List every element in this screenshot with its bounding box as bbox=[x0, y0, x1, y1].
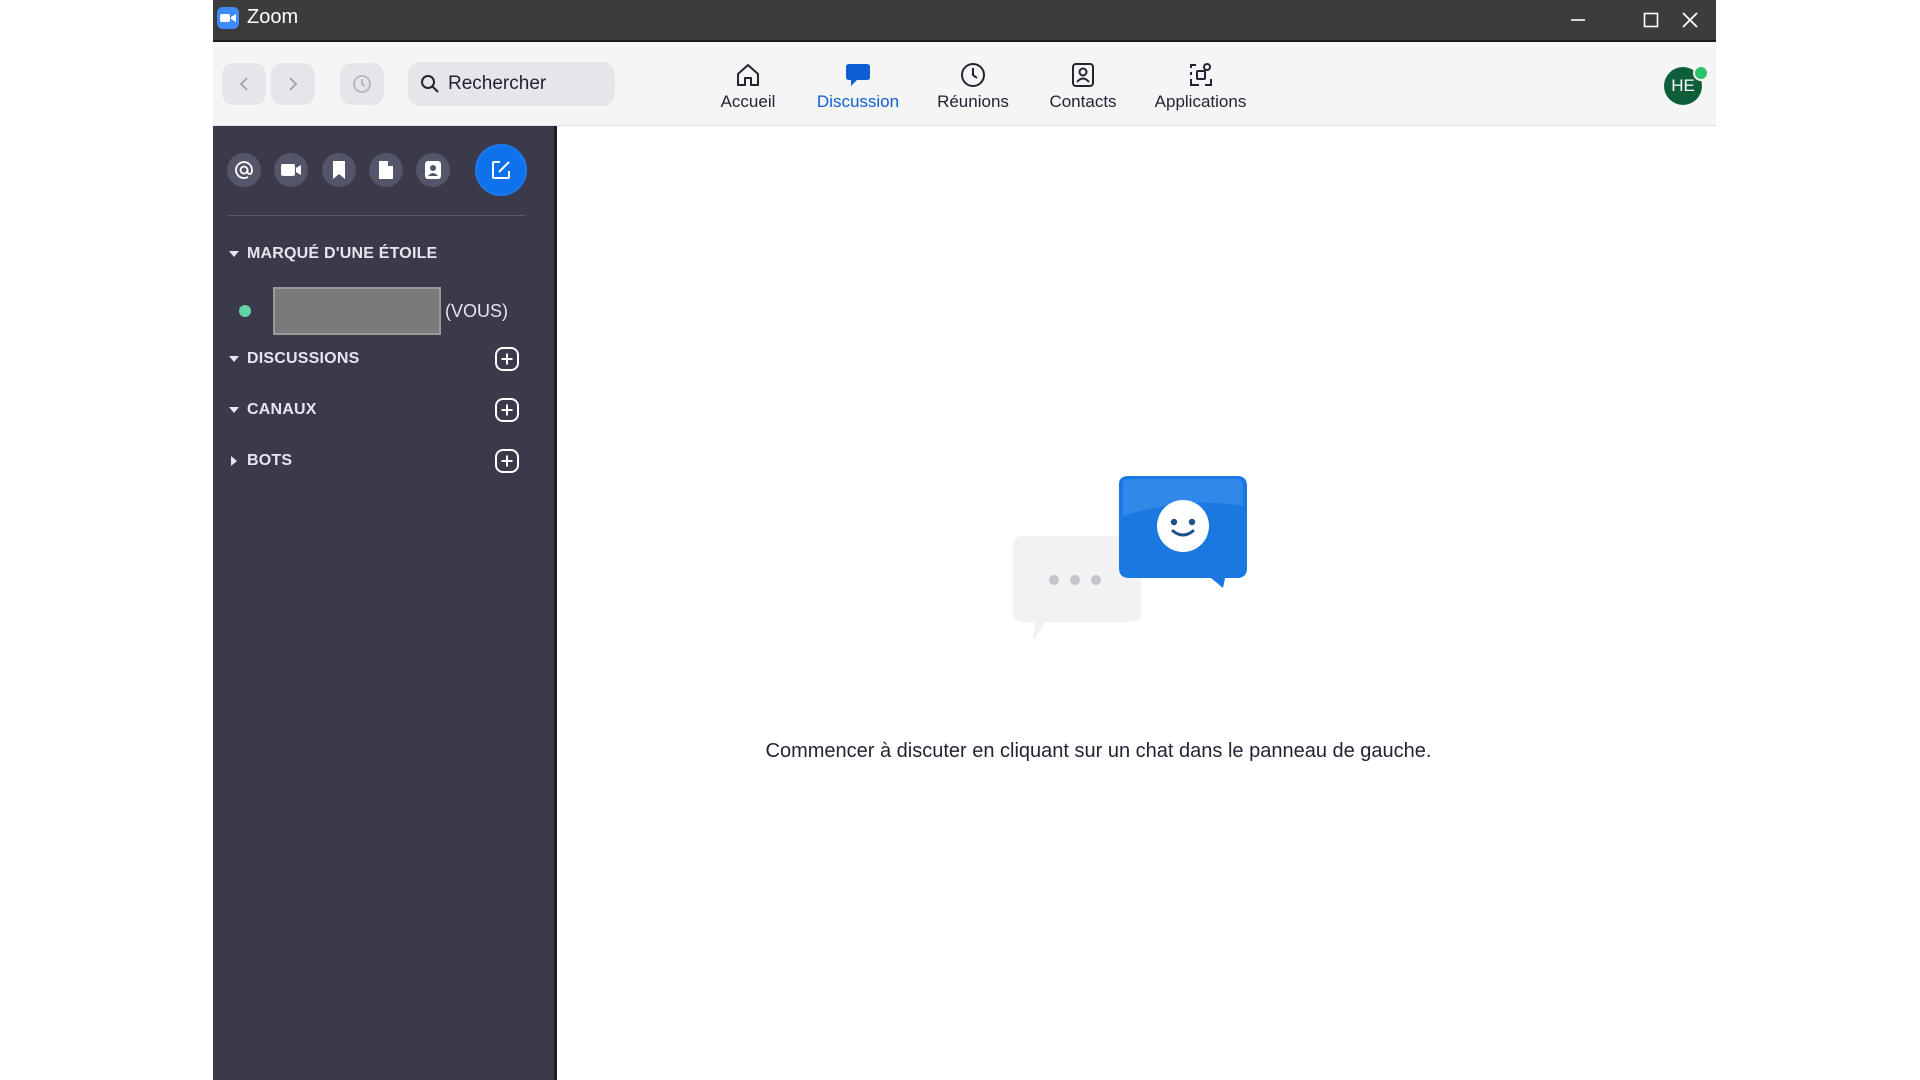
tab-home-label: Accueil bbox=[720, 92, 776, 111]
caret-down-icon bbox=[227, 247, 241, 261]
bookmarks-button[interactable] bbox=[322, 153, 356, 187]
history-button[interactable] bbox=[340, 63, 384, 105]
empty-state-message: Commencer à discuter en cliquant sur un … bbox=[765, 740, 1432, 762]
video-icon bbox=[281, 164, 301, 176]
history-icon bbox=[353, 75, 371, 93]
add-channel-button[interactable] bbox=[492, 395, 522, 425]
window-title: Zoom bbox=[247, 6, 299, 28]
section-starred-label: MARQUÉ D'UNE ÉTOILE bbox=[247, 245, 438, 262]
close-icon bbox=[1681, 12, 1698, 28]
forward-button[interactable] bbox=[271, 63, 315, 105]
section-discussions[interactable]: DISCUSSIONS bbox=[227, 344, 527, 374]
maximize-icon bbox=[1643, 12, 1659, 28]
chevron-left-icon bbox=[239, 77, 248, 91]
tab-discussion-label: Discussion bbox=[816, 92, 900, 111]
section-bots[interactable]: BOTS bbox=[227, 446, 527, 476]
zoom-window: Zoom Rechercher Accueil Discussion Réuni… bbox=[213, 0, 1716, 1080]
title-bar[interactable]: Zoom bbox=[213, 0, 1716, 42]
compose-icon bbox=[492, 161, 510, 179]
section-starred[interactable]: MARQUÉ D'UNE ÉTOILE bbox=[227, 239, 527, 269]
chat-bubbles-illustration-icon bbox=[1013, 476, 1247, 642]
section-channels[interactable]: CANAUX bbox=[227, 395, 527, 425]
contact-card-icon bbox=[1067, 60, 1099, 90]
clock-icon bbox=[957, 60, 989, 90]
apps-icon bbox=[1185, 60, 1217, 90]
files-button[interactable] bbox=[369, 153, 403, 187]
minimize-icon bbox=[1571, 19, 1585, 21]
new-chat-button[interactable] bbox=[475, 144, 527, 196]
mention-icon bbox=[235, 161, 253, 179]
home-icon bbox=[732, 60, 764, 90]
plus-square-icon bbox=[495, 449, 519, 473]
desktop: Zoom Rechercher Accueil Discussion Réuni… bbox=[0, 0, 1920, 1080]
close-window-button[interactable] bbox=[1663, 0, 1716, 40]
tab-discussion[interactable]: Discussion bbox=[803, 60, 913, 116]
recordings-button[interactable] bbox=[274, 153, 308, 187]
online-status-dot bbox=[239, 305, 251, 317]
redacted-name bbox=[273, 287, 441, 335]
tab-contacts[interactable]: Contacts bbox=[1033, 60, 1133, 116]
contact-requests-button[interactable] bbox=[416, 153, 450, 187]
section-channels-label: CANAUX bbox=[247, 401, 317, 418]
caret-down-icon bbox=[227, 352, 241, 366]
minimize-button[interactable] bbox=[1548, 0, 1608, 40]
contact-icon bbox=[425, 161, 441, 179]
tab-applications[interactable]: Applications bbox=[1138, 60, 1263, 116]
you-label: (VOUS) bbox=[445, 300, 508, 321]
chat-sidebar: MARQUÉ D'UNE ÉTOILE (VOUS) DISCUSSIONS C… bbox=[213, 126, 557, 1080]
plus-square-icon bbox=[495, 398, 519, 422]
chevron-right-icon bbox=[289, 77, 298, 91]
tab-meetings-label: Réunions bbox=[937, 92, 1009, 111]
section-discussions-label: DISCUSSIONS bbox=[247, 350, 360, 367]
file-icon bbox=[379, 161, 393, 179]
plus-square-icon bbox=[495, 347, 519, 371]
top-navigation: Accueil Discussion Réunions bbox=[213, 42, 1716, 126]
search-box[interactable] bbox=[408, 62, 615, 106]
tab-applications-label: Applications bbox=[1154, 92, 1247, 111]
back-button[interactable] bbox=[222, 63, 266, 105]
search-icon bbox=[421, 75, 439, 93]
starred-contact-self[interactable]: (VOUS) bbox=[239, 286, 529, 336]
bookmark-icon bbox=[333, 161, 345, 179]
caret-right-icon bbox=[227, 454, 241, 468]
tab-home[interactable]: Accueil bbox=[698, 60, 798, 116]
mentions-button[interactable] bbox=[227, 153, 261, 187]
tab-meetings[interactable]: Réunions bbox=[918, 60, 1028, 116]
caret-down-icon bbox=[227, 403, 241, 417]
sidebar-divider bbox=[228, 215, 525, 216]
chat-bubble-icon bbox=[842, 60, 874, 90]
tab-contacts-label: Contacts bbox=[1049, 92, 1117, 111]
chat-main-panel: Commencer à discuter en cliquant sur un … bbox=[557, 126, 1716, 1080]
search-input[interactable] bbox=[448, 73, 598, 95]
presence-indicator bbox=[1693, 65, 1709, 81]
zoom-logo-icon bbox=[217, 7, 239, 29]
add-discussion-button[interactable] bbox=[492, 344, 522, 374]
section-bots-label: BOTS bbox=[247, 452, 293, 469]
add-bot-button[interactable] bbox=[492, 446, 522, 476]
